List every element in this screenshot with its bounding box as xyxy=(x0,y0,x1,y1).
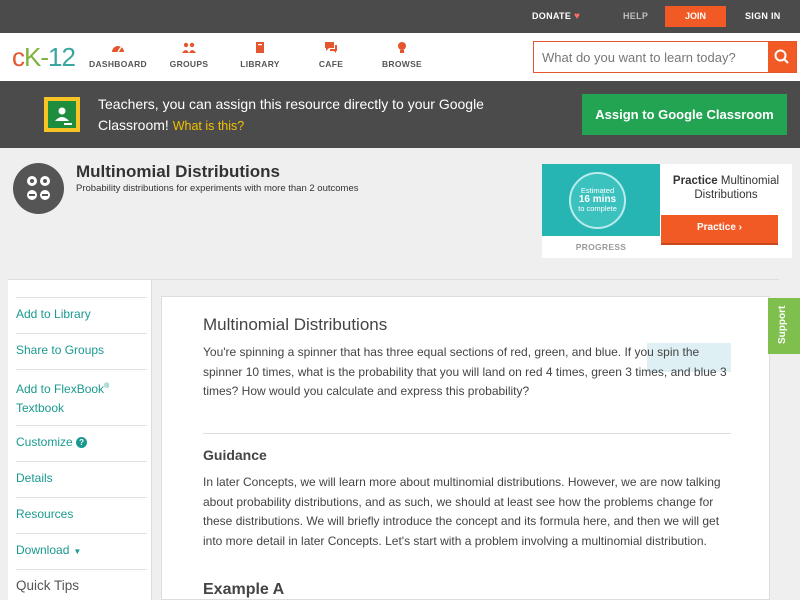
help-link[interactable]: HELP xyxy=(623,11,648,21)
logo-12: 12 xyxy=(48,42,76,72)
article-panel: Multinomial Distributions You're spinnin… xyxy=(161,296,770,600)
practice-card: Estimated 16 mins to complete PROGRESS P… xyxy=(542,164,792,258)
nav-cafe-label: CAFE xyxy=(318,59,344,69)
progress-label: PROGRESS xyxy=(575,242,627,252)
practice-button[interactable]: Practice › xyxy=(661,215,778,243)
sidebar-customize[interactable]: Customize ? xyxy=(16,425,147,452)
logo-c: c xyxy=(12,42,25,72)
sidebar: Add to Library Share to Groups Add to Fl… xyxy=(8,279,152,600)
textbook-label: Textbook xyxy=(16,401,65,415)
sidebar-resources[interactable]: Resources xyxy=(16,497,147,524)
caret-down-icon: ▼ xyxy=(73,547,82,556)
banner-message: Teachers, you can assign this resource d… xyxy=(98,96,484,133)
section-divider xyxy=(203,433,731,434)
nav-browse-label: BROWSE xyxy=(381,59,423,69)
what-is-this-link[interactable]: What is this? xyxy=(173,119,245,133)
main-nav-bar: cK-12 DASHBOARD GROUPS LIBRARY CAFE BROW… xyxy=(0,33,800,81)
progress-ring: Estimated 16 mins to complete xyxy=(569,172,626,229)
search-box xyxy=(533,41,797,73)
nav-cafe[interactable]: CAFE xyxy=(291,41,371,69)
logo-k: K- xyxy=(24,42,49,72)
donate-link[interactable]: DONATE ♥ xyxy=(532,11,580,22)
banner-text-block: Teachers, you can assign this resource d… xyxy=(98,94,518,137)
support-tab[interactable]: Support xyxy=(768,298,800,354)
top-utility-bar: DONATE ♥ HELP JOIN SIGN IN xyxy=(0,0,800,33)
practice-progress-tile[interactable]: Estimated 16 mins to complete xyxy=(542,164,660,236)
search-icon xyxy=(774,49,789,64)
sidebar-add-to-flexbook[interactable]: Add to FlexBook® Textbook xyxy=(16,369,147,418)
concept-subtitle: Probability distributions for experiment… xyxy=(76,183,359,194)
nav-dashboard-label: DASHBOARD xyxy=(89,59,147,69)
nav-library-label: LIBRARY xyxy=(240,59,280,69)
heart-icon: ♥ xyxy=(573,11,581,22)
groups-icon xyxy=(182,42,196,53)
customize-label: Customize xyxy=(16,435,73,449)
chevron-right-icon: › xyxy=(738,222,743,233)
help-question-icon[interactable]: ? xyxy=(76,437,88,448)
article-title: Multinomial Distributions xyxy=(203,315,388,334)
guidance-paragraph: In later Concepts, we will learn more ab… xyxy=(203,475,721,548)
cafe-chat-icon xyxy=(325,42,337,53)
to-complete-label: to complete xyxy=(578,204,617,213)
practice-title-bold: Practice xyxy=(672,175,718,187)
nav-browse[interactable]: BROWSE xyxy=(362,41,442,69)
example-a-heading: Example A xyxy=(203,581,285,598)
quick-tips-heading[interactable]: Quick Tips xyxy=(16,578,79,593)
practice-button-label: Practice xyxy=(696,222,736,233)
intro-paragraph: You're spinning a spinner that has three… xyxy=(203,345,727,398)
dashboard-icon xyxy=(112,46,124,53)
registered-mark: ® xyxy=(104,383,110,390)
sidebar-divider xyxy=(16,569,147,570)
search-button[interactable] xyxy=(768,42,796,72)
search-input[interactable] xyxy=(534,42,768,72)
sidebar-details[interactable]: Details xyxy=(16,461,147,488)
join-button[interactable]: JOIN xyxy=(665,6,726,27)
sidebar-download[interactable]: Download ▼ xyxy=(16,533,147,561)
nav-library[interactable]: LIBRARY xyxy=(220,41,300,69)
sign-in-link[interactable]: SIGN IN xyxy=(745,11,781,21)
browse-bulb-icon xyxy=(398,42,406,53)
assign-google-classroom-button[interactable]: Assign to Google Classroom xyxy=(582,94,787,135)
download-label: Download xyxy=(16,543,70,557)
nav-groups[interactable]: GROUPS xyxy=(149,41,229,69)
support-label: Support xyxy=(777,305,788,344)
add-flexbook-label: Add to FlexBook xyxy=(16,382,105,396)
library-icon xyxy=(256,42,264,53)
nav-groups-label: GROUPS xyxy=(169,59,209,69)
donate-label: DONATE xyxy=(532,11,572,21)
guidance-heading: Guidance xyxy=(203,447,267,463)
google-classroom-icon xyxy=(44,97,80,132)
estimate-text: Estimated 16 mins to complete xyxy=(571,186,624,213)
nav-dashboard[interactable]: DASHBOARD xyxy=(78,41,158,69)
concept-icon xyxy=(13,163,64,214)
sidebar-add-to-library[interactable]: Add to Library xyxy=(16,297,147,324)
concept-title: Multinomial Distributions xyxy=(76,162,280,181)
practice-title: Practice Multinomial Distributions xyxy=(660,174,792,202)
sidebar-share-to-groups[interactable]: Share to Groups xyxy=(16,333,147,360)
ck12-logo[interactable]: cK-12 xyxy=(12,42,76,73)
